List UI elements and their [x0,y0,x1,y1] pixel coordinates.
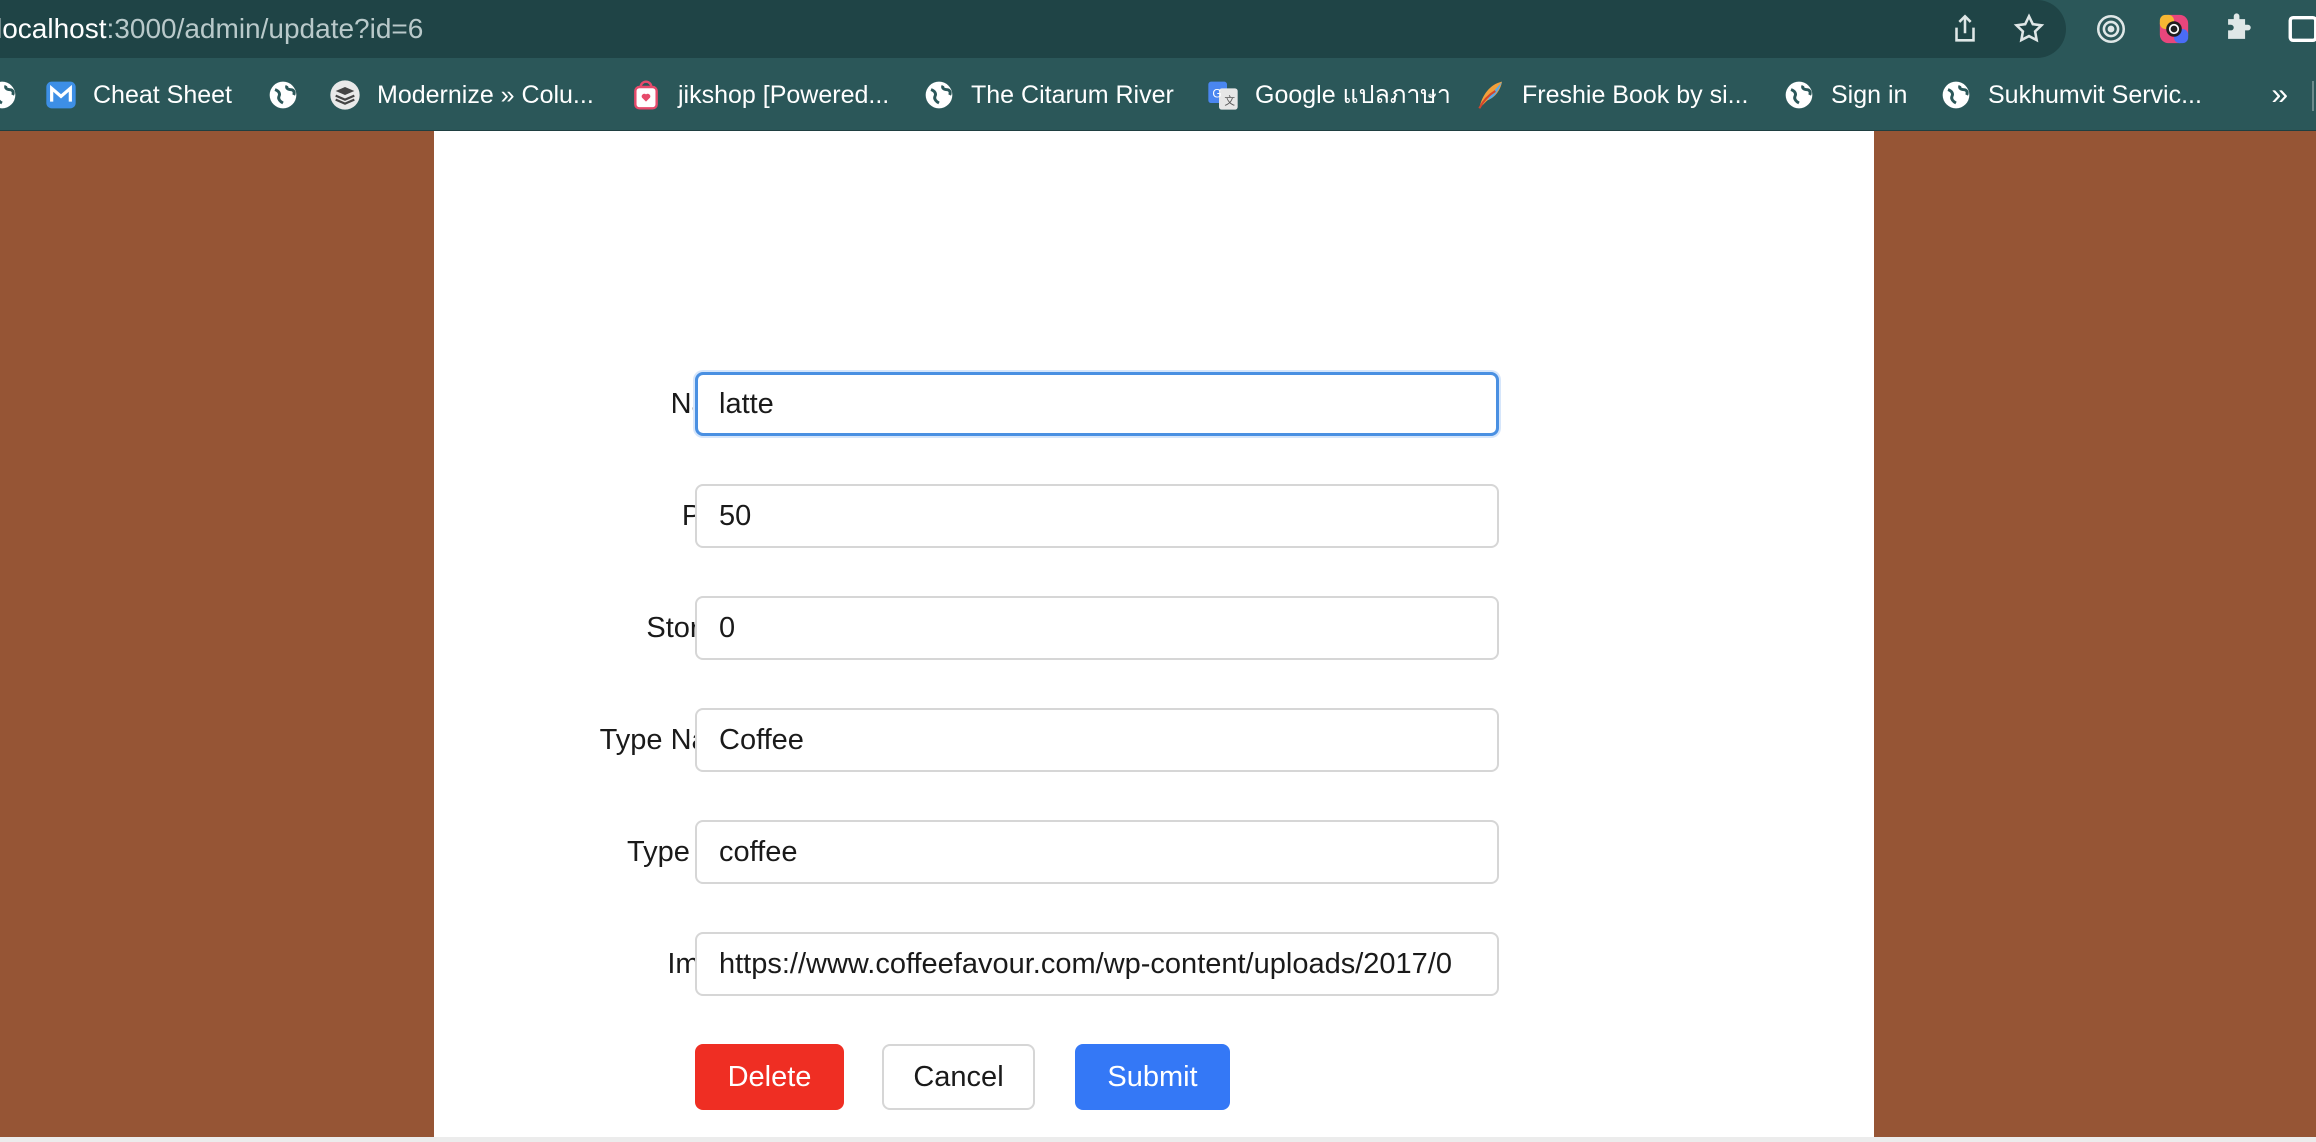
feather-icon [1474,79,1506,111]
address-bar[interactable]: localhost:3000/admin/update?id=6 [0,0,2066,58]
bookmark-item-8[interactable]: Sukhumvit Servic... [1940,75,2202,115]
window-bottom-edge [0,1137,2316,1142]
svg-text:文: 文 [1224,94,1235,107]
bookmark-item-2[interactable]: Modernize » Colu... [329,75,594,115]
type-key-input[interactable] [695,820,1499,884]
bookmark-label: The Citarum River [971,80,1174,109]
colorful-extension-icon[interactable] [2157,12,2191,46]
bookmark-item-7[interactable]: Sign in [1783,75,1907,115]
globe-icon [923,79,955,111]
bookmarks-divider [2312,81,2314,111]
shop-bag-icon [630,79,662,111]
image-url-input[interactable] [695,932,1499,996]
bookmark-item-6[interactable]: Freshie Book by si... [1474,75,1748,115]
name-input[interactable] [695,372,1499,436]
bookmark-label: Sign in [1831,80,1908,109]
bookmark-item-0[interactable]: Cheat Sheet [45,75,232,115]
url-host: localhost [0,13,107,44]
form-row-type-name: Type Name: [434,708,1874,772]
form-row-price: Price: [434,484,1874,548]
form-actions: Delete Cancel Submit [434,1044,1874,1110]
bookmark-partial[interactable] [0,75,34,115]
bookmark-label: Freshie Book by si... [1522,80,1749,109]
bookmarks-bar: Cheat Sheet Modernize » Colu... jikshop … [0,61,2316,132]
form-row-name: Name: [434,372,1874,436]
update-form-panel: Name: Price: Storage: Type Name: Type Ke… [434,131,1874,1137]
m-logo-icon [45,79,77,111]
url-path: :3000/admin/update?id=6 [106,13,424,44]
storage-input[interactable] [695,596,1499,660]
bookmark-star-icon[interactable] [2012,12,2046,46]
globe-icon [1783,79,1815,111]
bookmark-label: Cheat Sheet [93,80,232,109]
submit-button[interactable]: Submit [1075,1044,1230,1110]
globe-icon [1940,79,1972,111]
bookmark-item-1[interactable] [267,75,315,115]
delete-button[interactable]: Delete [695,1044,844,1110]
google-translate-icon: G文 [1207,79,1239,111]
form-row-type-key: Type Key: [434,820,1874,884]
bookmark-label: Sukhumvit Servic... [1988,80,2202,109]
page-background: Name: Price: Storage: Type Name: Type Ke… [0,131,2316,1142]
bookmarks-overflow-button[interactable]: » [2271,75,2288,115]
sidebar-panel-icon[interactable] [2286,12,2316,46]
target-extension-icon[interactable] [2094,12,2128,46]
bookmark-item-4[interactable]: The Citarum River [923,75,1174,115]
bookmark-label: jikshop [Powered... [678,80,890,109]
bookmark-item-3[interactable]: jikshop [Powered... [630,75,889,115]
bookmark-label: Modernize » Colu... [377,80,594,109]
bookmark-label: Google แปลภาษา [1255,81,1451,109]
svg-text:G: G [1212,87,1221,101]
browser-toolbar: localhost:3000/admin/update?id=6 [0,0,2316,61]
bookmark-item-5[interactable]: G文 Google แปลภาษา [1207,75,1451,115]
share-icon[interactable] [1948,12,1982,46]
price-input[interactable] [695,484,1499,548]
address-url[interactable]: localhost:3000/admin/update?id=6 [0,10,423,48]
form-row-image: Image: [434,932,1874,996]
globe-icon [267,79,299,111]
globe-icon [0,79,18,111]
form-row-storage: Storage: [434,596,1874,660]
puzzle-extensions-icon[interactable] [2221,12,2255,46]
stack-icon [329,79,361,111]
cancel-button[interactable]: Cancel [882,1044,1035,1110]
type-name-input[interactable] [695,708,1499,772]
